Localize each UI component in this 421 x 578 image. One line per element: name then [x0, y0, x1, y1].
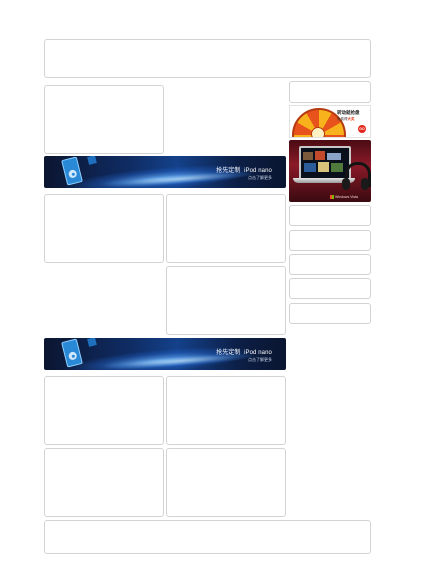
wheel-ad-subtitle: 免费得大奖	[337, 117, 355, 121]
content-panel-5	[44, 376, 164, 445]
content-panel-6	[166, 376, 286, 445]
sidebar-panel-4	[289, 278, 371, 299]
headphone-cup-left-icon	[342, 178, 350, 190]
sidebar-panel-3	[289, 254, 371, 275]
content-panel-4	[166, 266, 286, 335]
sidebar-panel-1	[289, 205, 371, 226]
headphone-cup-right-icon	[361, 178, 369, 190]
content-panel-3	[166, 194, 286, 263]
ipod-banner-2[interactable]: 抢先定制 iPod nano 点击了解更多	[44, 338, 286, 370]
ipod-stub-icon	[87, 338, 97, 347]
wheel-hub-icon	[311, 127, 325, 137]
sidebar-panel-2	[289, 230, 371, 251]
laptop-headphones-ad[interactable]: Windows Vista	[289, 140, 371, 202]
sidebar-panel-top	[289, 81, 371, 103]
click-wheel-icon	[67, 169, 78, 179]
lucky-wheel-ad[interactable]: 转动就抢盘 免费得大奖 GO	[289, 105, 371, 138]
banner-subtext: 点击了解更多	[248, 357, 272, 362]
banner-headline: 抢先定制 iPod nano	[216, 350, 272, 356]
wheel-go-button[interactable]: GO	[358, 125, 366, 133]
content-panel-8	[166, 448, 286, 517]
content-panel-7	[44, 448, 164, 517]
footer-panel	[44, 520, 371, 554]
banner-subtext: 点击了解更多	[248, 175, 272, 180]
laptop-screen-icon	[299, 146, 351, 180]
laptop-ad-brand: Windows Vista	[335, 195, 358, 199]
content-panel-2	[44, 194, 164, 263]
click-wheel-icon	[67, 351, 78, 361]
windows-logo-icon	[330, 195, 334, 199]
banner-headline: 抢先定制 iPod nano	[216, 168, 272, 174]
sidebar-panel-5	[289, 303, 371, 324]
ipod-banner-1[interactable]: 抢先定制 iPod nano 点击了解更多	[44, 156, 286, 188]
wheel-ad-title: 转动就抢盘	[337, 110, 360, 115]
ipod-icon	[61, 156, 83, 186]
ipod-stub-icon	[87, 156, 97, 165]
ipod-icon	[61, 338, 83, 368]
content-panel-1	[44, 85, 164, 154]
top-header-panel	[44, 39, 371, 78]
